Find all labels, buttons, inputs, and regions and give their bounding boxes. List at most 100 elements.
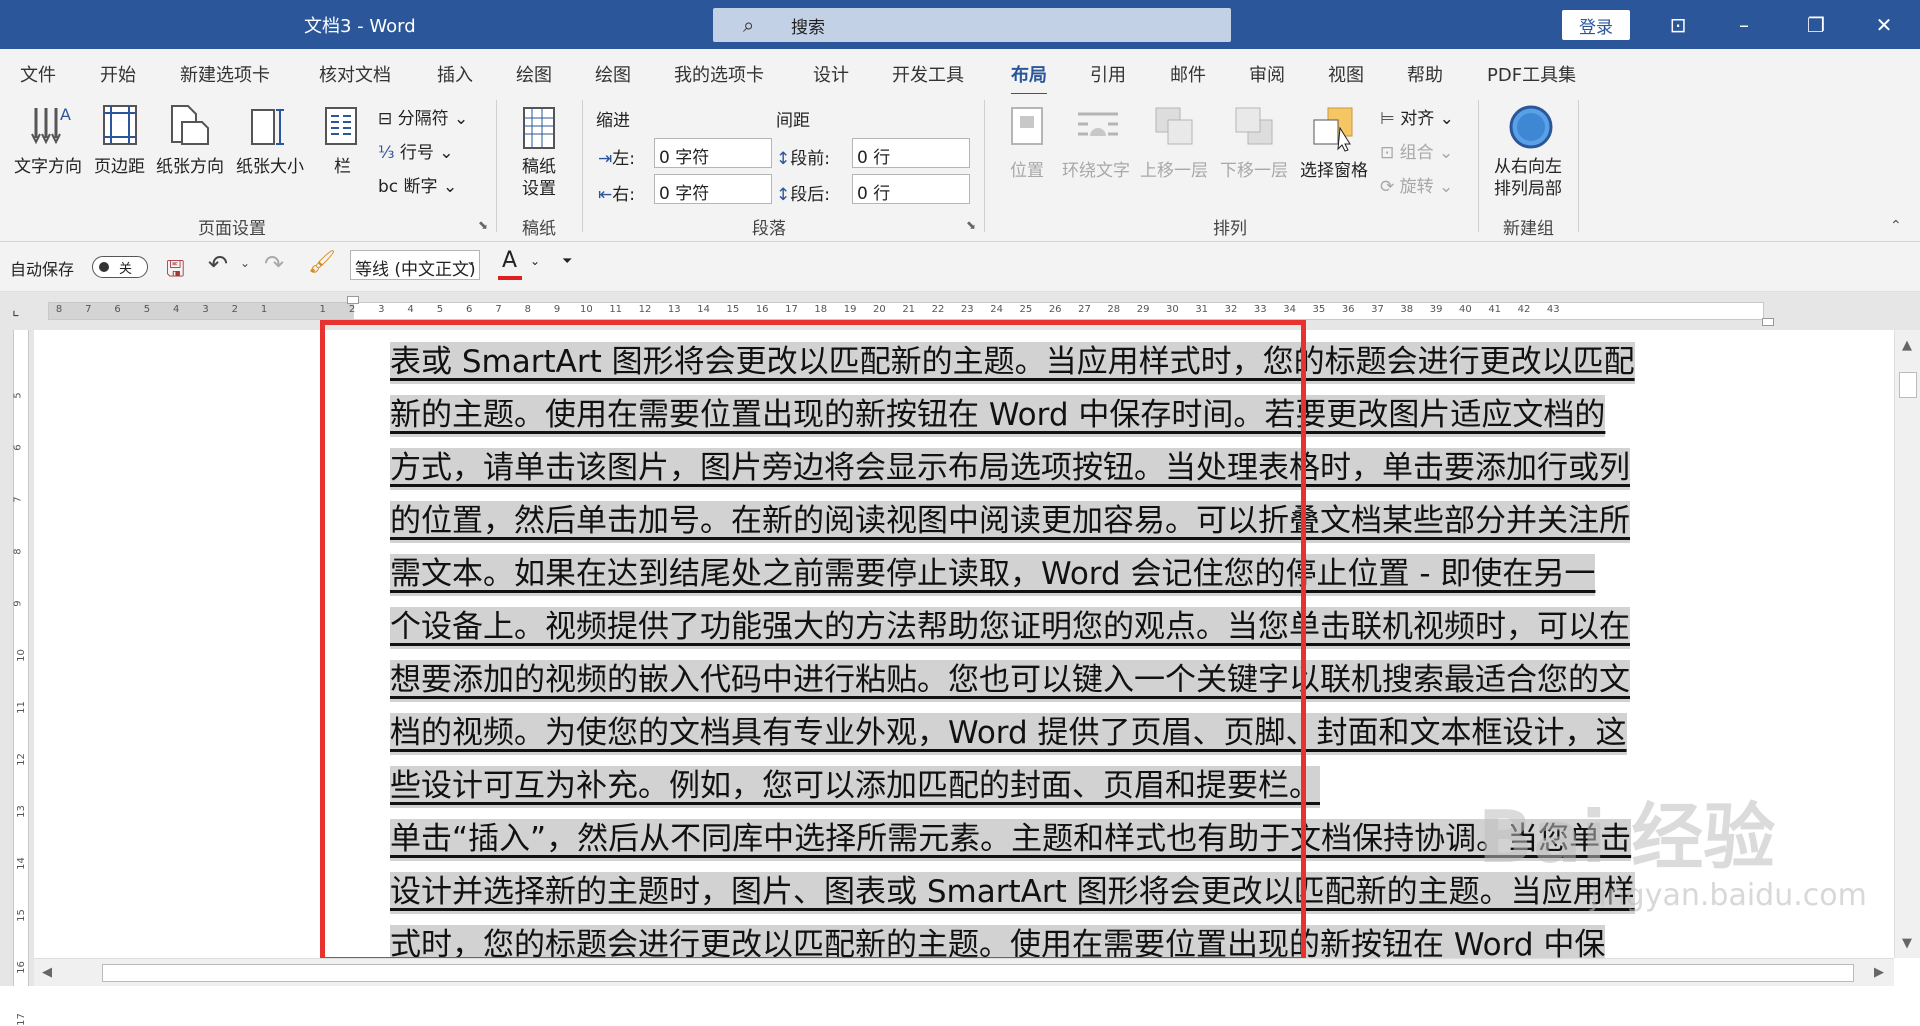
scroll-right-icon[interactable]: ▶ [1874,965,1884,980]
wrap-text-button[interactable]: 环绕文字 [1062,156,1130,181]
horizontal-ruler[interactable]: ⌞ 8 7 6 5 4 3 2 1 1 2 3 4 5 6 7 8 9 10 11 12 13 14 15 16 17 18 19 2… [0,292,1920,330]
vscroll-thumb[interactable] [1899,372,1917,398]
ruler-number: 5 [143,304,151,315]
bring-forward-button[interactable]: 上移一层 [1140,156,1208,181]
scroll-up-icon[interactable]: ▲ [1902,338,1912,353]
ruler-number: 4 [173,304,180,315]
text-line[interactable]: 方式，请单击该图片，图片旁边将会显示布局选项按钮。当处理表格时，单击要添加行或列 [390,448,1800,496]
text-line[interactable]: 的位置，然后单击加号。在新的阅读视图中阅读更加容易。可以折叠文档某些部分并关注所 [390,501,1800,549]
breaks-icon: ⊟ [378,109,398,129]
line-numbers-button[interactable]: ⅓ 行号 ⌄ [378,138,454,163]
tab-review[interactable]: 审阅 [1249,61,1285,87]
text-line[interactable]: 需文本。如果在达到结尾处之前需要停止读取，Word 会记住您的停止位置 - 即使… [390,554,1800,602]
send-backward-button[interactable]: 下移一层 [1220,156,1288,181]
vruler-number: 14 [15,857,27,870]
tab-developer[interactable]: 开发工具 [892,61,964,87]
align-button[interactable]: ⊨ 对齐 ⌄ [1380,104,1454,129]
tab-mailings[interactable]: 邮件 [1170,61,1206,87]
text-line[interactable]: 个设备上。视频提供了功能强大的方法帮助您证明您的观点。当您单击联机视频时，可以在 [390,607,1800,655]
scroll-left-icon[interactable]: ◀ [42,965,52,980]
font-select[interactable]: 等线 (中文正文) [350,250,480,280]
group-button[interactable]: ⊡ 组合 ⌄ [1380,138,1453,163]
draft-paper-icon [523,107,555,149]
ruler-number: 17 [785,304,798,315]
collapse-ribbon-icon[interactable]: ⌃ [1890,218,1902,234]
text-line[interactable]: 新的主题。使用在需要位置出现的新按钮在 Word 中保存时间。若要更改图片适应文… [390,395,1800,443]
text-direction-button[interactable]: 文字方向 [14,152,82,177]
search-box[interactable]: ⌕ 搜索 [713,8,1231,42]
text-line[interactable]: 档的视频。为使您的文档具有专业外观，Word 提供了页眉、页脚、封面和文本框设计… [390,713,1800,761]
page-setup-group-label: 页面设置 [198,219,266,239]
login-button[interactable]: 登录 [1562,10,1630,40]
vruler-number: 13 [15,805,27,818]
tab-pdf[interactable]: PDF工具集 [1487,61,1576,87]
margins-button[interactable]: 页边距 [94,152,145,177]
indent-right-input[interactable]: 0 字符 [654,174,772,204]
ribbon-display-icon[interactable]: ⊡ [1646,0,1710,49]
ruler-number: 30 [1166,304,1179,315]
columns-button[interactable]: 栏 [334,152,351,177]
vertical-scrollbar[interactable]: ▲ ▼ [1894,330,1920,958]
vertical-ruler[interactable]: 5 6 7 8 9 10 11 12 13 14 15 16 17 [0,330,34,1026]
horizontal-scrollbar[interactable]: ◀ ▶ [34,958,1894,986]
selection-pane-button[interactable]: 选择窗格 [1300,156,1368,181]
tab-help[interactable]: 帮助 [1407,61,1443,87]
redo-icon[interactable]: ↷ [264,250,284,278]
tab-draw-1[interactable]: 绘图 [516,61,552,87]
page-setup-launcher-icon[interactable]: ⬊ [478,218,488,232]
save-icon[interactable]: 🖫 [166,252,185,290]
rtl-layout-icon [1509,105,1553,149]
font-color-icon[interactable]: A [502,248,517,273]
tab-selector-icon[interactable]: ⌞ [12,300,20,319]
tab-home[interactable]: 开始 [100,61,136,87]
rtl-layout-button[interactable]: 从右向左 排列局部 [1494,156,1562,200]
scroll-down-icon[interactable]: ▼ [1902,936,1912,951]
tab-draw-2[interactable]: 绘图 [595,61,631,87]
customize-qat-icon[interactable]: ⏷ [562,254,572,269]
paragraph-launcher-icon[interactable]: ⬊ [966,218,976,232]
autosave-toggle[interactable]: 关 [92,256,148,278]
tab-new[interactable]: 新建选项卡 [180,61,270,87]
restore-icon[interactable]: ❐ [1784,0,1848,49]
tab-insert[interactable]: 插入 [437,61,473,87]
tab-check[interactable]: 核对文档 [319,61,391,87]
font-color-dropdown-icon[interactable]: ⌄ [530,254,540,268]
ruler-number: 5 [436,304,444,315]
tab-my[interactable]: 我的选项卡 [674,61,764,87]
window-title: 文档3 - Word [304,16,416,37]
close-icon[interactable]: ✕ [1852,0,1916,49]
page-size-button[interactable]: 纸张大小 [236,152,304,177]
ruler-number: 27 [1078,304,1091,315]
hyphenation-button[interactable]: bc 断字 ⌄ [378,172,457,197]
text-line[interactable]: 表或 SmartArt 图形将会更改以匹配新的主题。当应用样式时，您的标题会进行… [390,342,1800,390]
tab-references[interactable]: 引用 [1090,61,1126,87]
breaks-button[interactable]: ⊟ 分隔符 ⌄ [378,104,468,129]
tab-design[interactable]: 设计 [813,61,849,87]
right-indent-marker[interactable] [1762,318,1774,326]
svg-text:A: A [60,105,71,124]
tab-file[interactable]: 文件 [20,61,56,87]
spacing-before-input[interactable]: 0 行 [852,138,970,168]
font-dropdown-icon[interactable]: ⌄ [466,254,476,268]
draft-settings-button[interactable]: 稿纸 设置 [522,156,556,200]
indent-left-input[interactable]: 0 字符 [654,138,772,168]
rotate-button[interactable]: ⟳ 旋转 ⌄ [1380,172,1453,197]
position-button[interactable]: 位置 [1010,156,1044,181]
spacing-after-input[interactable]: 0 行 [852,174,970,204]
ruler-number: 1 [260,304,268,315]
ruler-number: 6 [466,304,473,315]
undo-dropdown-icon[interactable]: ⌄ [240,256,250,270]
orientation-icon [171,105,209,145]
ruler-number: 21 [902,304,916,315]
text-line[interactable]: 式时，您的标题会进行更改以匹配新的主题。使用在需要位置出现的新按钮在 Word … [390,925,1800,958]
first-line-indent-marker[interactable] [347,296,359,304]
hscroll-thumb-visible[interactable] [102,964,1854,982]
tab-view[interactable]: 视图 [1328,61,1364,87]
text-line[interactable]: 想要添加的视频的嵌入代码中进行粘贴。您也可以键入一个关键字以联机搜索最适合您的文 [390,660,1800,708]
minimize-icon[interactable]: – [1712,0,1776,49]
tab-layout[interactable]: 布局 [1011,61,1047,96]
ruler-number: 10 [580,304,593,315]
undo-icon[interactable]: ↶ [208,250,228,278]
orientation-button[interactable]: 纸张方向 [156,152,224,177]
format-painter-icon[interactable]: 🖌 [308,250,336,275]
